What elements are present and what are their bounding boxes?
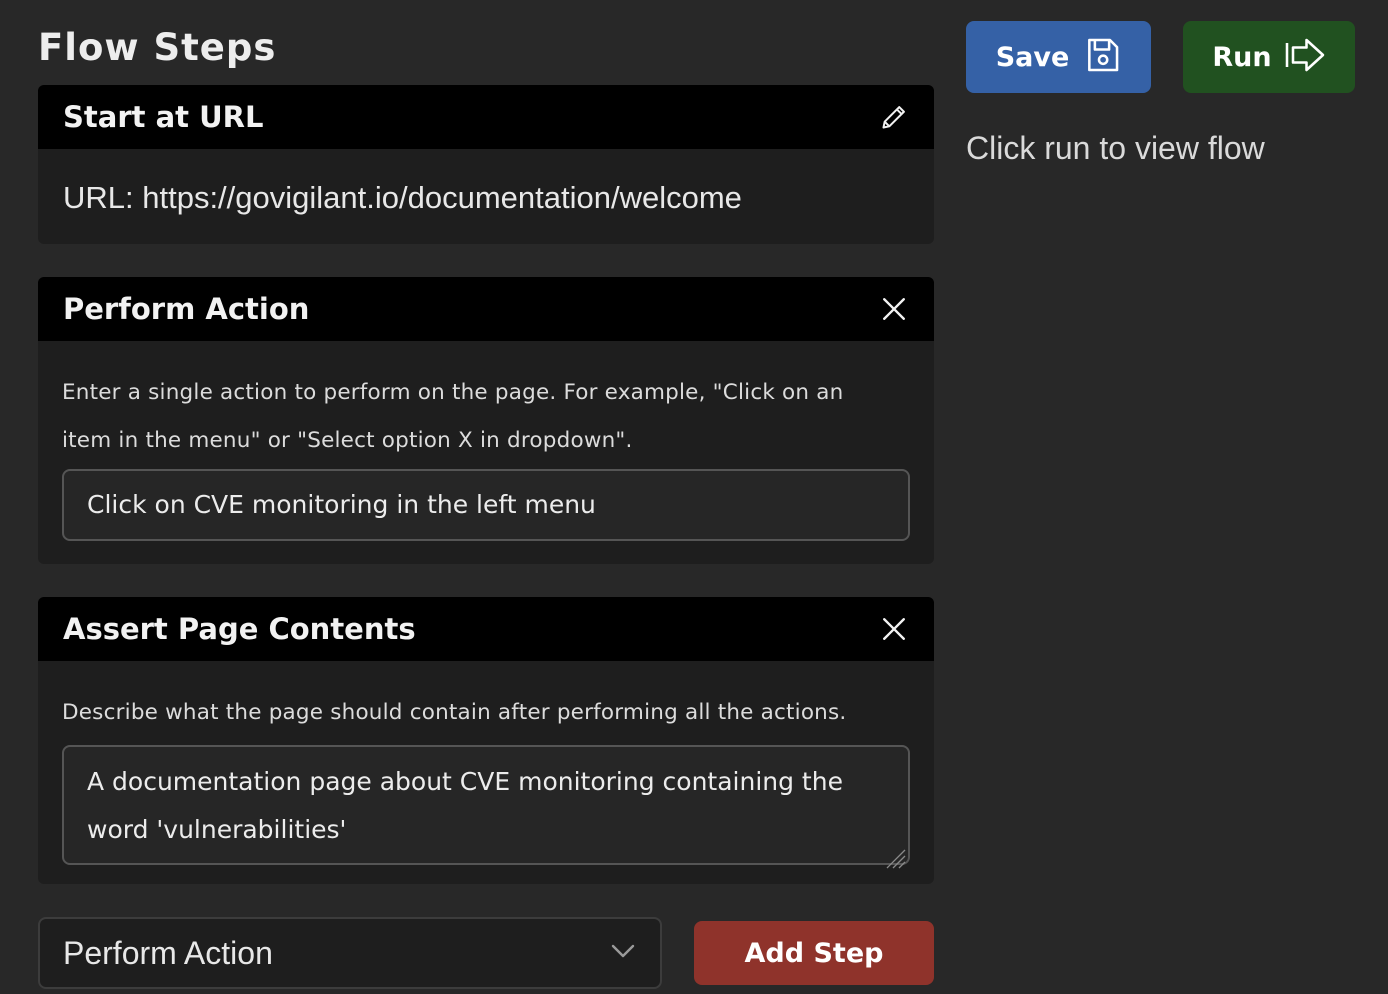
step-description-line: item in the menu" or "Select option X in… — [62, 428, 633, 453]
step-card-perform-action: Perform Action Enter a single action to … — [38, 277, 934, 564]
action-input[interactable]: Click on CVE monitoring in the left menu — [62, 469, 910, 541]
step-url: URL: https://govigilant.io/documentation… — [63, 180, 742, 215]
assertion-textarea[interactable]: A documentation page about CVE monitorin… — [62, 745, 910, 869]
step-description-line: Enter a single action to perform on the … — [62, 380, 844, 405]
pencil-icon[interactable] — [878, 101, 910, 133]
close-icon[interactable] — [878, 613, 910, 645]
arrow-right-icon — [1284, 35, 1326, 79]
run-button[interactable]: Run — [1183, 21, 1355, 93]
add-step-label: Add Step — [744, 937, 884, 969]
step-title: Perform Action — [63, 292, 310, 326]
page-title: Flow Steps — [38, 26, 277, 69]
close-icon[interactable] — [878, 293, 910, 325]
textarea-line: word 'vulnerabilities' — [87, 815, 347, 844]
step-card-header: Start at URL — [38, 85, 934, 149]
step-title: Assert Page Contents — [63, 612, 416, 646]
save-button[interactable]: Save — [966, 21, 1151, 93]
step-type-select[interactable]: Perform Action — [38, 917, 662, 989]
add-step-button[interactable]: Add Step — [694, 921, 934, 985]
step-card-start-url: Start at URL URL: https://govigilant.io/… — [38, 85, 934, 244]
step-card-header: Perform Action — [38, 277, 934, 341]
step-title: Start at URL — [63, 100, 264, 134]
textarea-line: A documentation page about CVE monitorin… — [87, 767, 843, 796]
run-label: Run — [1212, 41, 1272, 73]
run-hint: Click run to view flow — [966, 130, 1265, 166]
step-type-selected: Perform Action — [63, 934, 273, 971]
chevron-down-icon — [610, 943, 636, 963]
step-card-header: Assert Page Contents — [38, 597, 934, 661]
floppy-disk-icon — [1083, 36, 1121, 78]
resize-handle-icon[interactable] — [883, 838, 907, 869]
step-description: Describe what the page should contain af… — [62, 700, 847, 725]
flow-editor: Flow Steps Start at URL URL: https://gov… — [0, 0, 1388, 994]
save-label: Save — [995, 41, 1070, 73]
step-card-assert-contents: Assert Page Contents Describe what the p… — [38, 597, 934, 884]
